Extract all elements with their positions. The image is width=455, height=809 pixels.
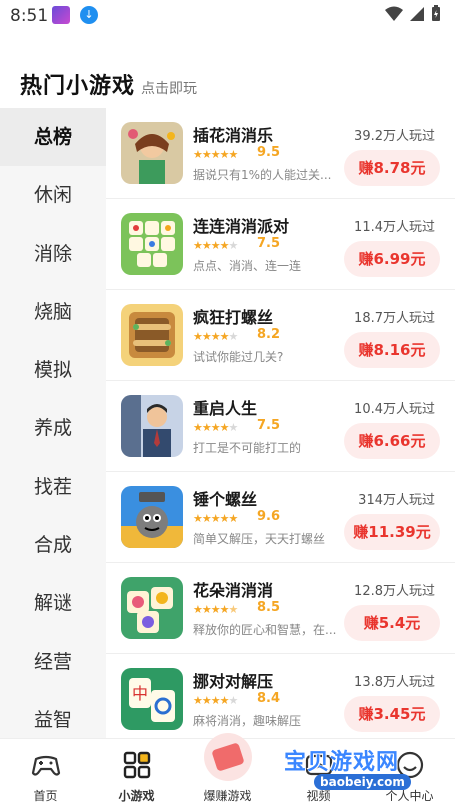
earn-reward-button[interactable]: 赚8.16元 [344, 332, 440, 368]
page-title: 热门小游戏 [20, 74, 136, 99]
tab-earn-games-label: 爆赚游戏 [203, 789, 252, 803]
cash-icon [204, 733, 252, 781]
earn-reward-button[interactable]: 赚8.78元 [344, 150, 440, 186]
earn-reward-button[interactable]: 赚5.4元 [344, 605, 440, 641]
tile-match-icon [121, 213, 183, 275]
game-name: 花朵消消消 [193, 581, 274, 600]
play-count: 10.4万人玩过 [354, 402, 435, 417]
rating-score: 7.5 [257, 236, 281, 251]
game-description: 试试你能过几关? [193, 350, 284, 364]
game-description: 据说只有1%的人能过关... [193, 168, 332, 182]
tab-home-label: 首页 [33, 789, 58, 803]
play-count: 12.8万人玩过 [354, 584, 435, 599]
earn-reward-button[interactable]: 赚6.66元 [344, 423, 440, 459]
game-name: 挪对对解压 [193, 672, 274, 691]
download-icon: ↓ [80, 6, 98, 24]
screw-board-icon [121, 304, 183, 366]
game-description: 释放你的匠心和智慧，在... [193, 623, 337, 637]
tab-video[interactable]: 视频 [273, 739, 364, 809]
game-description: 简单又解压，天天打螺丝 [193, 532, 326, 546]
category-item[interactable]: 养成 [0, 399, 106, 457]
signal-icon [410, 6, 424, 21]
play-count: 11.4万人玩过 [354, 220, 435, 235]
flower-tile-icon [121, 577, 183, 639]
category-item[interactable]: 消除 [0, 225, 106, 283]
play-count: 13.8万人玩过 [354, 675, 435, 690]
rating-score: 9.5 [257, 145, 281, 160]
flower-girl-icon [121, 122, 183, 184]
hammer-screw-icon [121, 486, 183, 548]
category-sidebar: 总榜 休闲 消除 烧脑 模拟 养成 找茬 合成 解谜 经营 益智 [0, 108, 106, 738]
rating-stars: ★★★★★ [193, 421, 238, 434]
earn-reward-button[interactable]: 赚6.99元 [344, 241, 440, 277]
game-name: 插花消消乐 [193, 126, 274, 145]
rating-stars: ★★★★★ [193, 239, 238, 252]
rating-stars: ★★★★★ [193, 694, 238, 707]
game-name: 疯狂打螺丝 [193, 308, 274, 327]
game-description: 麻将消消，趣味解压 [193, 714, 302, 728]
game-description: 点点、消消、连一连 [193, 259, 302, 273]
rating-stars: ★★★★★ [193, 512, 238, 525]
tab-minigames[interactable]: 小游戏 [91, 739, 182, 809]
wifi-icon [385, 6, 403, 21]
svg-text:中: 中 [132, 684, 148, 703]
tab-minigames-label: 小游戏 [118, 789, 155, 803]
tab-video-label: 视频 [306, 789, 331, 803]
game-list-item[interactable]: 插花消消乐 ★★★★★ 9.5 据说只有1%的人能过关... 39.2万人玩过赚8.78… [106, 108, 455, 199]
earn-reward-button[interactable]: 赚3.45元 [344, 696, 440, 732]
grid-icon [123, 751, 151, 779]
bottom-tab-bar: 首页 小游戏 爆赚游戏 视频 个人中心 [0, 733, 455, 809]
category-item[interactable]: 经营 [0, 633, 106, 691]
category-item[interactable]: 休闲 [0, 166, 106, 224]
earn-reward-button[interactable]: 赚11.39元 [344, 514, 440, 550]
game-description: 打工是不可能打工的 [193, 441, 302, 455]
rating-score: 8.2 [257, 327, 281, 342]
tab-home[interactable]: 首页 [0, 739, 91, 809]
category-item[interactable]: 合成 [0, 516, 106, 574]
page-header: 热门小游戏 点击即玩 [20, 68, 197, 100]
play-count: 39.2万人玩过 [354, 129, 435, 144]
tab-earn-games[interactable]: 爆赚游戏 [182, 733, 273, 809]
office-man-icon [121, 395, 183, 457]
mahjong-tile-icon: 中 [121, 668, 183, 730]
category-item[interactable]: 总榜 [0, 108, 106, 167]
game-list: 插花消消乐 ★★★★★ 9.5 据说只有1%的人能过关... 39.2万人玩过赚8.78… [106, 108, 455, 738]
play-count: 18.7万人玩过 [354, 311, 435, 326]
profile-icon [396, 751, 424, 779]
rating-stars: ★★★★★ [193, 148, 238, 161]
rating-stars: ★★★★★ [193, 603, 238, 616]
tab-profile[interactable]: 个人中心 [364, 739, 455, 809]
category-item[interactable]: 找茬 [0, 458, 106, 516]
category-item[interactable]: 解谜 [0, 574, 106, 632]
tab-profile-label: 个人中心 [385, 789, 434, 803]
gamepad-icon [31, 755, 61, 776]
game-list-item[interactable]: 花朵消消消 ★★★★★ 8.5 释放你的匠心和智慧，在... 12.8万人玩过赚5.4元 [106, 563, 455, 654]
rating-score: 9.6 [257, 509, 281, 524]
status-time: 8:51 [10, 6, 49, 26]
game-list-item[interactable]: 连连消消派对 ★★★★★ 7.5 点点、消消、连一连 11.4万人玩过赚6.99元 [106, 199, 455, 290]
status-icons [385, 5, 441, 22]
rating-score: 7.5 [257, 418, 281, 433]
category-item[interactable]: 烧脑 [0, 283, 106, 341]
rating-score: 8.5 [257, 600, 281, 615]
video-icon [305, 754, 333, 776]
rating-stars: ★★★★★ [193, 330, 238, 343]
game-name: 锤个螺丝 [193, 490, 258, 509]
game-name: 连连消消派对 [193, 217, 290, 236]
game-name: 重启人生 [193, 399, 258, 418]
battery-icon [432, 5, 440, 21]
game-list-item[interactable]: 重启人生 ★★★★★ 7.5 打工是不可能打工的 10.4万人玩过赚6.66元 [106, 381, 455, 472]
game-list-item[interactable]: 疯狂打螺丝 ★★★★★ 8.2 试试你能过几关? 18.7万人玩过赚8.16元 [106, 290, 455, 381]
rating-score: 8.4 [257, 691, 281, 706]
game-list-item[interactable]: 中 挪对对解压 ★★★★★ 8.4 麻将消消，趣味解压 13.8万人玩过赚3.45元 [106, 654, 455, 738]
play-count: 314万人玩过 [358, 493, 435, 508]
category-item[interactable]: 模拟 [0, 341, 106, 399]
status-bar: 8:51 ↓ [0, 0, 455, 32]
page-subtitle: 点击即玩 [141, 81, 198, 97]
app-notification-icon [52, 6, 70, 24]
game-list-item[interactable]: 锤个螺丝 ★★★★★ 9.6 简单又解压，天天打螺丝 314万人玩过赚11.39元 [106, 472, 455, 563]
